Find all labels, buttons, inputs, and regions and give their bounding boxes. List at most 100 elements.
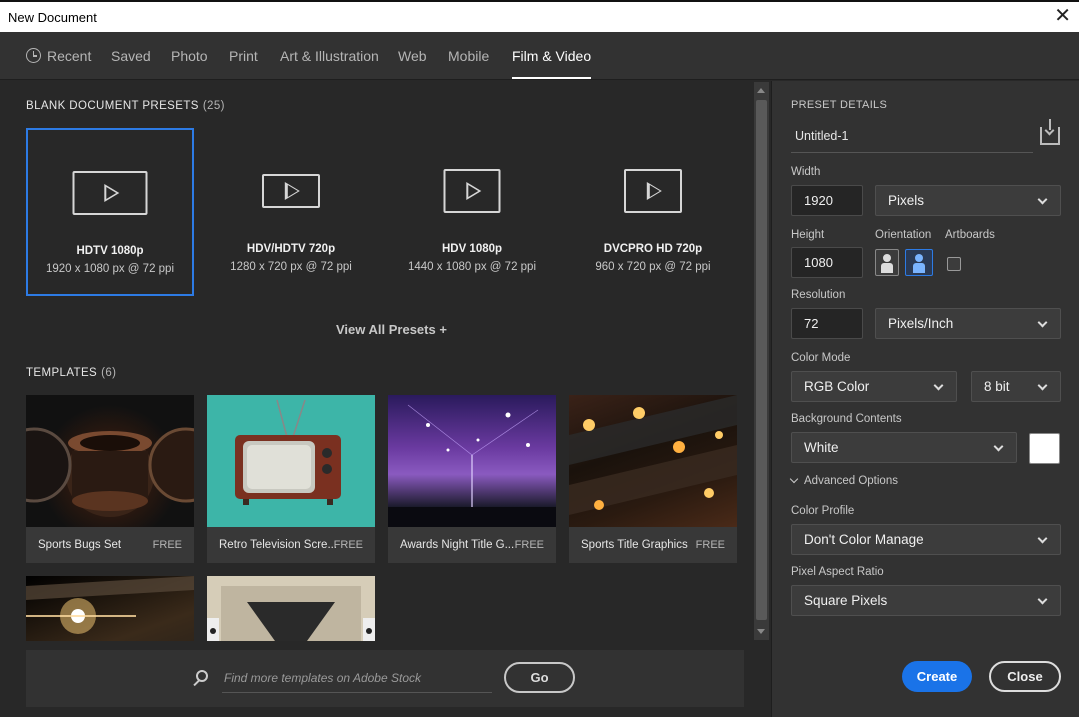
artboards-checkbox[interactable]: [947, 257, 961, 271]
template-price: FREE: [152, 539, 182, 551]
frame-art: [207, 586, 375, 641]
scroll-up-arrow-icon[interactable]: [757, 88, 765, 93]
chevron-down-icon: [993, 441, 1004, 452]
portrait-icon: [881, 254, 893, 273]
template-card[interactable]: Awards Night Title G... FREE: [388, 395, 556, 563]
view-all-presets-link[interactable]: View All Presets +: [336, 322, 447, 337]
presets-title-text: BLANK DOCUMENT PRESETS: [26, 100, 199, 112]
preset-dimensions: 960 x 720 px @ 72 ppi: [595, 261, 711, 273]
preset-card[interactable]: DVCPRO HD 720p 960 x 720 px @ 72 ppi: [569, 128, 737, 296]
preset-details-header: PRESET DETAILS: [791, 99, 888, 111]
scrollbar-thumb[interactable]: [756, 100, 767, 620]
presets-scrollbar[interactable]: [754, 82, 769, 640]
video-document-icon: [262, 174, 320, 208]
create-button[interactable]: Create: [902, 661, 972, 692]
tab-mobile[interactable]: Mobile: [448, 48, 489, 64]
chevron-down-icon: [1037, 380, 1048, 391]
pixel-aspect-ratio-value: Square Pixels: [804, 593, 888, 608]
orientation-label: Orientation: [875, 229, 932, 241]
close-button[interactable]: Close: [989, 661, 1061, 692]
preset-name: HDV/HDTV 720p: [246, 243, 336, 255]
video-document-icon: [72, 171, 148, 215]
template-thumbnail: [388, 395, 556, 527]
template-thumbnail: [26, 395, 194, 527]
chevron-down-icon: [1037, 594, 1048, 605]
background-color-swatch[interactable]: [1029, 433, 1060, 464]
template-card[interactable]: [207, 576, 375, 641]
template-name: Awards Night Title G...: [400, 539, 515, 551]
landscape-orientation-button[interactable]: [905, 249, 933, 276]
window-title: New Document: [8, 10, 97, 25]
save-preset-icon[interactable]: [1040, 119, 1060, 145]
category-tabs: Recent Saved Photo Print Art & Illustrat…: [0, 32, 1079, 80]
template-thumbnail: [569, 395, 737, 527]
background-contents-label: Background Contents: [791, 413, 902, 425]
light-flare-art: [26, 576, 194, 634]
window-close-icon[interactable]: ✕: [1054, 6, 1071, 26]
scroll-down-arrow-icon[interactable]: [757, 629, 765, 634]
tab-web[interactable]: Web: [398, 48, 427, 64]
template-card[interactable]: Retro Television Scre... FREE: [207, 395, 375, 563]
preset-name: HDV 1080p: [441, 243, 503, 255]
template-card[interactable]: [26, 576, 194, 641]
tab-recent[interactable]: Recent: [26, 48, 91, 64]
template-card[interactable]: Sports Bugs Set FREE: [26, 395, 194, 563]
preset-card[interactable]: HDV/HDTV 720p 1280 x 720 px @ 72 ppi: [207, 128, 375, 296]
color-mode-dropdown[interactable]: RGB Color: [791, 371, 957, 402]
width-label: Width: [791, 166, 821, 178]
width-unit-dropdown[interactable]: Pixels: [875, 185, 1061, 216]
template-price: FREE: [695, 539, 725, 551]
video-document-icon: [443, 169, 501, 213]
tab-art-illustration[interactable]: Art & Illustration: [280, 48, 379, 64]
portrait-orientation-button[interactable]: [875, 249, 899, 276]
templates-title-text: TEMPLATES: [26, 367, 98, 379]
retro-tv-art: [235, 399, 341, 505]
templates-count: (6): [101, 367, 117, 379]
chevron-down-icon: [789, 474, 799, 484]
chevron-down-icon: [1037, 533, 1048, 544]
pixel-aspect-ratio-label: Pixel Aspect Ratio: [791, 566, 884, 578]
template-name: Sports Title Graphics: [581, 539, 688, 551]
sports-bugs-art: [26, 427, 194, 517]
preset-name: DVCPRO HD 720p: [603, 243, 703, 255]
tab-saved[interactable]: Saved: [111, 48, 151, 64]
title-bar: New Document ✕: [0, 0, 1079, 32]
adobe-stock-search-bar: Go: [26, 650, 744, 707]
artboards-label: Artboards: [945, 229, 995, 241]
advanced-options-label: Advanced Options: [804, 475, 898, 487]
go-button[interactable]: Go: [504, 662, 575, 693]
height-input[interactable]: 1080: [791, 247, 863, 278]
presets-count: (25): [202, 100, 225, 112]
document-name-field[interactable]: Untitled-1: [791, 122, 1033, 153]
template-price: FREE: [514, 539, 544, 551]
preset-dimensions: 1920 x 1080 px @ 72 ppi: [45, 263, 175, 275]
preset-card[interactable]: HDTV 1080p 1920 x 1080 px @ 72 ppi: [26, 128, 194, 296]
sports-title-art: [569, 395, 737, 515]
color-profile-value: Don't Color Manage: [804, 532, 924, 547]
landscape-icon: [913, 254, 925, 273]
tab-print[interactable]: Print: [229, 48, 258, 64]
resolution-unit-dropdown[interactable]: Pixels/Inch: [875, 308, 1061, 339]
template-name: Retro Television Scre...: [219, 539, 338, 551]
advanced-options-toggle[interactable]: Advanced Options: [789, 474, 898, 487]
width-input[interactable]: 1920: [791, 185, 863, 216]
search-icon: [196, 670, 208, 682]
background-value: White: [804, 440, 839, 455]
resolution-input[interactable]: 72: [791, 308, 863, 339]
video-document-icon: [624, 169, 682, 213]
template-card[interactable]: Sports Title Graphics FREE: [569, 395, 737, 563]
preset-name: HDTV 1080p: [76, 245, 144, 257]
bit-depth-dropdown[interactable]: 8 bit: [971, 371, 1061, 402]
tab-film-video[interactable]: Film & Video: [512, 48, 592, 79]
stock-search-input[interactable]: [222, 664, 492, 693]
pixel-aspect-ratio-dropdown[interactable]: Square Pixels: [791, 585, 1061, 616]
background-contents-dropdown[interactable]: White: [791, 432, 1017, 463]
color-profile-dropdown[interactable]: Don't Color Manage: [791, 524, 1061, 555]
preset-card[interactable]: HDV 1080p 1440 x 1080 px @ 72 ppi: [388, 128, 556, 296]
chevron-down-icon: [1037, 194, 1048, 205]
template-price: FREE: [333, 539, 363, 551]
presets-panel: BLANK DOCUMENT PRESETS (25) HDTV 1080p 19…: [0, 81, 770, 717]
template-name: Sports Bugs Set: [38, 539, 122, 551]
tab-photo[interactable]: Photo: [171, 48, 208, 64]
resolution-unit-value: Pixels/Inch: [888, 316, 954, 331]
